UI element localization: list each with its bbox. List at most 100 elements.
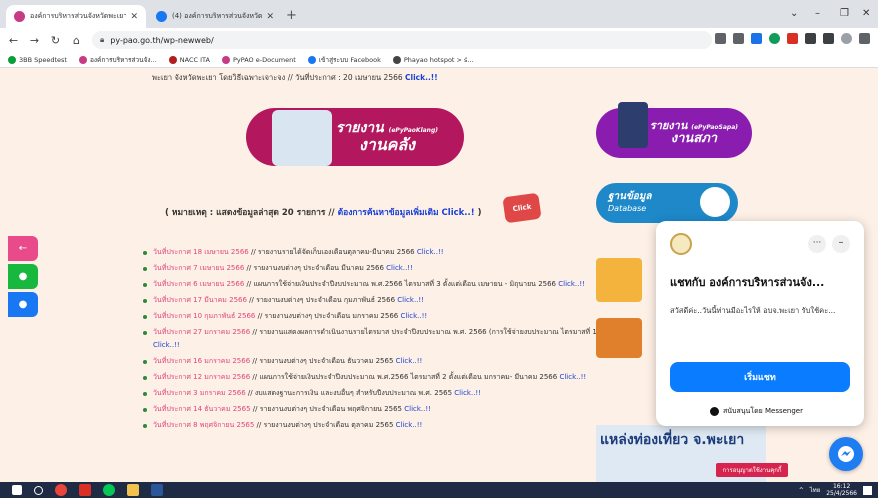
news-item: วันที่ประกาศ 8 พฤศจิกายน 2565 // รายงานง…	[143, 419, 603, 432]
news-text: // แผนการใช้จ่ายเงินประจำปีงบประมาณ พ.ศ.…	[244, 280, 559, 288]
news-list: วันที่ประกาศ 18 เมษายน 2566 // รายงานราย…	[143, 246, 603, 435]
welcome-banner-image[interactable]	[596, 318, 642, 358]
acrobat-icon[interactable]	[79, 484, 91, 496]
extension-green-icon[interactable]	[769, 33, 780, 44]
chrome-icon[interactable]	[55, 484, 67, 496]
news-item: วันที่ประกาศ 7 เมษายน 2566 // รายงานงบต่…	[143, 262, 603, 275]
side-line-button[interactable]: ●	[8, 264, 38, 289]
forward-icon[interactable]: →	[27, 34, 42, 47]
new-tab-button[interactable]: +	[286, 8, 297, 23]
news-click-link[interactable]: Click..!!	[559, 373, 586, 381]
news-click-link[interactable]: Click..!!	[396, 421, 423, 429]
pao-favicon-icon	[78, 55, 87, 64]
profile-avatar-icon[interactable]	[841, 33, 852, 44]
news-text: // รายงานแสดงผลการดำเนินงานรายไตรมาส ประ…	[250, 328, 600, 336]
close-icon[interactable]: ✕	[130, 12, 138, 22]
facebook-icon	[307, 55, 316, 64]
finance-report-banner[interactable]: รายงาน (ePyPaoKlang) งานคลัง	[246, 108, 464, 166]
news-item: วันที่ประกาศ 10 กุมภาพันธ์ 2566 // รายงา…	[143, 310, 603, 323]
bookmarks-bar: 3BB Speedtest องค์การบริหารส่วนจัง... NA…	[0, 52, 878, 68]
news-click-link[interactable]: Click..!!	[386, 264, 413, 272]
messenger-chat-popup: ··· – แชทกับ องค์การบริหารส่วนจัง... สวั…	[656, 221, 864, 426]
news-date: วันที่ประกาศ 14 ธันวาคม 2565	[153, 405, 251, 413]
maximize-button[interactable]: ❐	[840, 8, 849, 19]
bookmark-item[interactable]: NACC ITA	[168, 55, 210, 64]
pao-favicon-icon	[14, 11, 25, 22]
bookmark-item[interactable]: 3BB Speedtest	[8, 55, 67, 64]
news-click-link[interactable]: Click..!!	[153, 341, 180, 349]
news-text: // รายงานงบต่างๆ ประจำเดือน มกราคม 2566	[255, 312, 401, 320]
messenger-fab-button[interactable]	[829, 437, 863, 471]
clock[interactable]: 16:12 25/4/2566	[826, 483, 857, 497]
minimize-button[interactable]: –	[815, 8, 820, 19]
news-date: วันที่ประกาศ 3 มกราคม 2566	[153, 389, 246, 397]
news-date: วันที่ประกาศ 10 กุมภาพันธ์ 2566	[153, 312, 256, 320]
news-click-link[interactable]: Click..!!	[400, 312, 427, 320]
translate-icon[interactable]	[715, 33, 726, 44]
browser-toolbar: ← → ↻ ⌂ 🔒︎ py-pao.go.th/wp-newweb/	[0, 28, 878, 52]
news-click-link[interactable]: Click..!!	[417, 248, 444, 256]
news-click-link[interactable]: Click..!!	[397, 296, 424, 304]
news-click-link[interactable]: Click..!!	[396, 357, 423, 365]
menu-kebab-icon[interactable]	[859, 33, 870, 44]
pao-logo-avatar	[670, 233, 692, 255]
pao-favicon-icon	[221, 55, 230, 64]
language-indicator[interactable]: ไทย	[810, 485, 821, 495]
news-item: วันที่ประกาศ 14 ธันวาคม 2565 // รายงานงบ…	[143, 403, 603, 416]
tab-active[interactable]: องค์การบริหารส่วนจังหวัดพะเยา – Pha ✕	[6, 5, 146, 28]
side-back-button[interactable]: ←	[8, 236, 38, 261]
minimize-chat-button[interactable]: –	[832, 235, 850, 253]
line-icon[interactable]	[103, 484, 115, 496]
window-close-button[interactable]: ✕	[862, 8, 870, 19]
windows-start-icon[interactable]	[12, 485, 22, 495]
news-date: วันที่ประกาศ 12 มกราคม 2566	[153, 373, 251, 381]
close-icon[interactable]: ✕	[266, 12, 274, 22]
globe-icon	[392, 55, 401, 64]
note-text: ( หมายเหตุ : แสดงข้อมูลล่าสุด 20 รายการ …	[165, 208, 482, 218]
address-bar[interactable]: 🔒︎ py-pao.go.th/wp-newweb/	[92, 31, 712, 49]
home-icon[interactable]: ⌂	[69, 34, 84, 47]
search-more-link[interactable]: ต้องการค้นหาข้อมูลเพิ่มเติม Click..!	[338, 208, 475, 218]
news-click-link[interactable]: Click..!!	[558, 280, 585, 288]
start-chat-button[interactable]: เริ่มแชท	[670, 362, 850, 392]
bookmark-item[interactable]: องค์การบริหารส่วนจัง...	[78, 55, 157, 65]
chat-title: แชทกับ องค์การบริหารส่วนจัง...	[670, 276, 825, 289]
top-notice: พะเยา จังหวัดพะเยา โดยวิธีเฉพาะเจาะจง //…	[152, 73, 438, 82]
database-banner[interactable]: ฐานข้อมูล Database	[596, 183, 738, 223]
facebook-icon	[156, 11, 167, 22]
news-date: วันที่ประกาศ 8 พฤศจิกายน 2565	[153, 421, 255, 429]
news-date: วันที่ประกาศ 16 มกราคม 2566	[153, 357, 251, 365]
news-click-link[interactable]: Click..!!	[404, 405, 431, 413]
top-click-link[interactable]: Click..!!	[405, 73, 438, 82]
file-explorer-icon[interactable]	[127, 484, 139, 496]
bookmark-item[interactable]: เข้าสู่ระบบ Facebook	[307, 55, 381, 65]
reload-icon[interactable]: ↻	[48, 34, 63, 47]
tab-inactive[interactable]: (4) องค์การบริหารส่วนจังหวัดพะเยา | F ✕	[148, 5, 282, 28]
bookmark-item[interactable]: Phayao hotspot > ś...	[392, 55, 474, 64]
news-click-link[interactable]: Click..!!	[454, 389, 481, 397]
messenger-bolt-icon	[838, 446, 854, 462]
service-banner-image[interactable]	[596, 258, 642, 302]
news-item: วันที่ประกาศ 3 มกราคม 2566 // งบแสดงฐานะ…	[143, 387, 603, 400]
search-icon[interactable]	[34, 485, 43, 495]
bookmark-item[interactable]: PyPAO e-Document	[221, 55, 296, 64]
share-icon[interactable]	[733, 33, 744, 44]
council-report-banner[interactable]: รายงาน (ePyPaoSapa) งานสภา	[596, 102, 752, 158]
notification-icon[interactable]	[863, 485, 872, 495]
side-messenger-button[interactable]: ●	[8, 292, 38, 317]
news-text: // รายงานรายได้จัดเก็บเองเดือนตุลาคม-มีน…	[248, 248, 417, 256]
sidebar-icon[interactable]	[823, 33, 834, 44]
click-button[interactable]: Click	[502, 192, 542, 224]
nacc-icon	[168, 55, 177, 64]
extension-pdf-icon[interactable]	[787, 33, 798, 44]
cookie-consent-badge[interactable]: การอนุญาตใช้งานคุกกี้	[716, 463, 788, 477]
tray-chevron-icon[interactable]: ^	[799, 487, 804, 494]
tab-search-icon[interactable]: ⌄	[790, 8, 798, 19]
extensions-puzzle-icon[interactable]	[805, 33, 816, 44]
bookmark-star-icon[interactable]	[751, 33, 762, 44]
more-options-button[interactable]: ···	[808, 235, 826, 253]
news-date: วันที่ประกาศ 18 เมษายน 2566	[153, 248, 249, 256]
word-icon[interactable]	[151, 484, 163, 496]
news-text: // แผนการใช้จ่ายเงินประจำปีงบประมาณ พ.ศ.…	[250, 373, 560, 381]
back-icon[interactable]: ←	[6, 34, 21, 47]
